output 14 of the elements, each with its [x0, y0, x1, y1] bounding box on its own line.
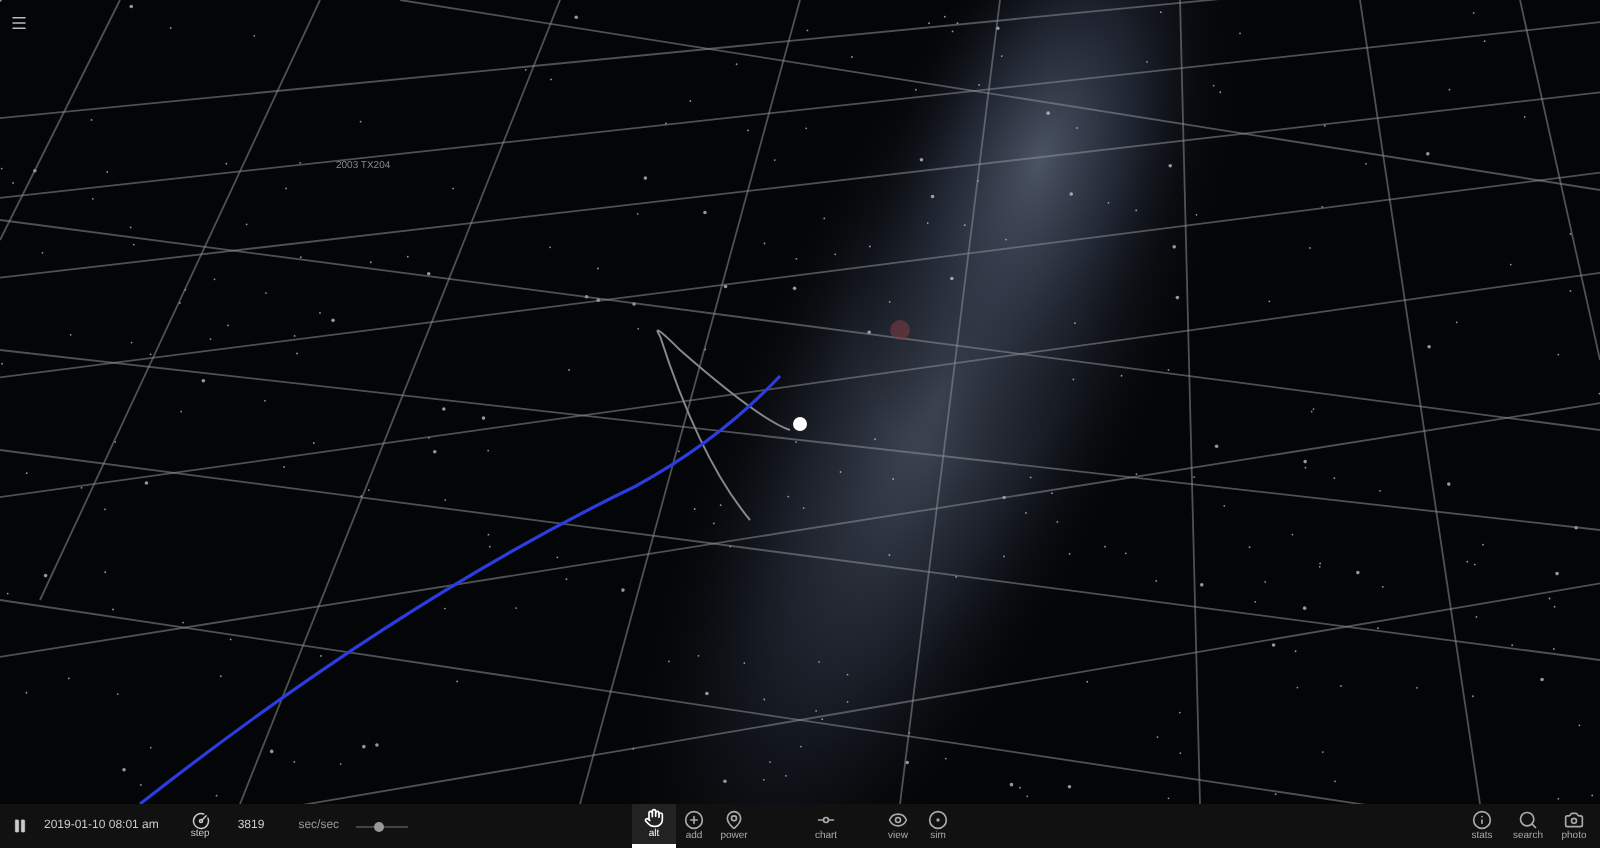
search-icon: [1518, 810, 1538, 830]
eye-icon: [888, 810, 908, 830]
camera-icon: [1564, 810, 1584, 830]
play-pause-button[interactable]: [12, 816, 28, 836]
slider-thumb[interactable]: [373, 821, 384, 831]
target-icon: [928, 810, 948, 830]
pause-icon: [12, 818, 28, 834]
pin-icon: [724, 810, 744, 830]
menu-icon: [10, 14, 28, 32]
info-icon: [1472, 810, 1492, 830]
gauge-icon: [191, 812, 210, 830]
plus-circle-icon: [684, 810, 704, 830]
menu-button[interactable]: [10, 14, 28, 32]
hand-icon: [644, 808, 664, 828]
